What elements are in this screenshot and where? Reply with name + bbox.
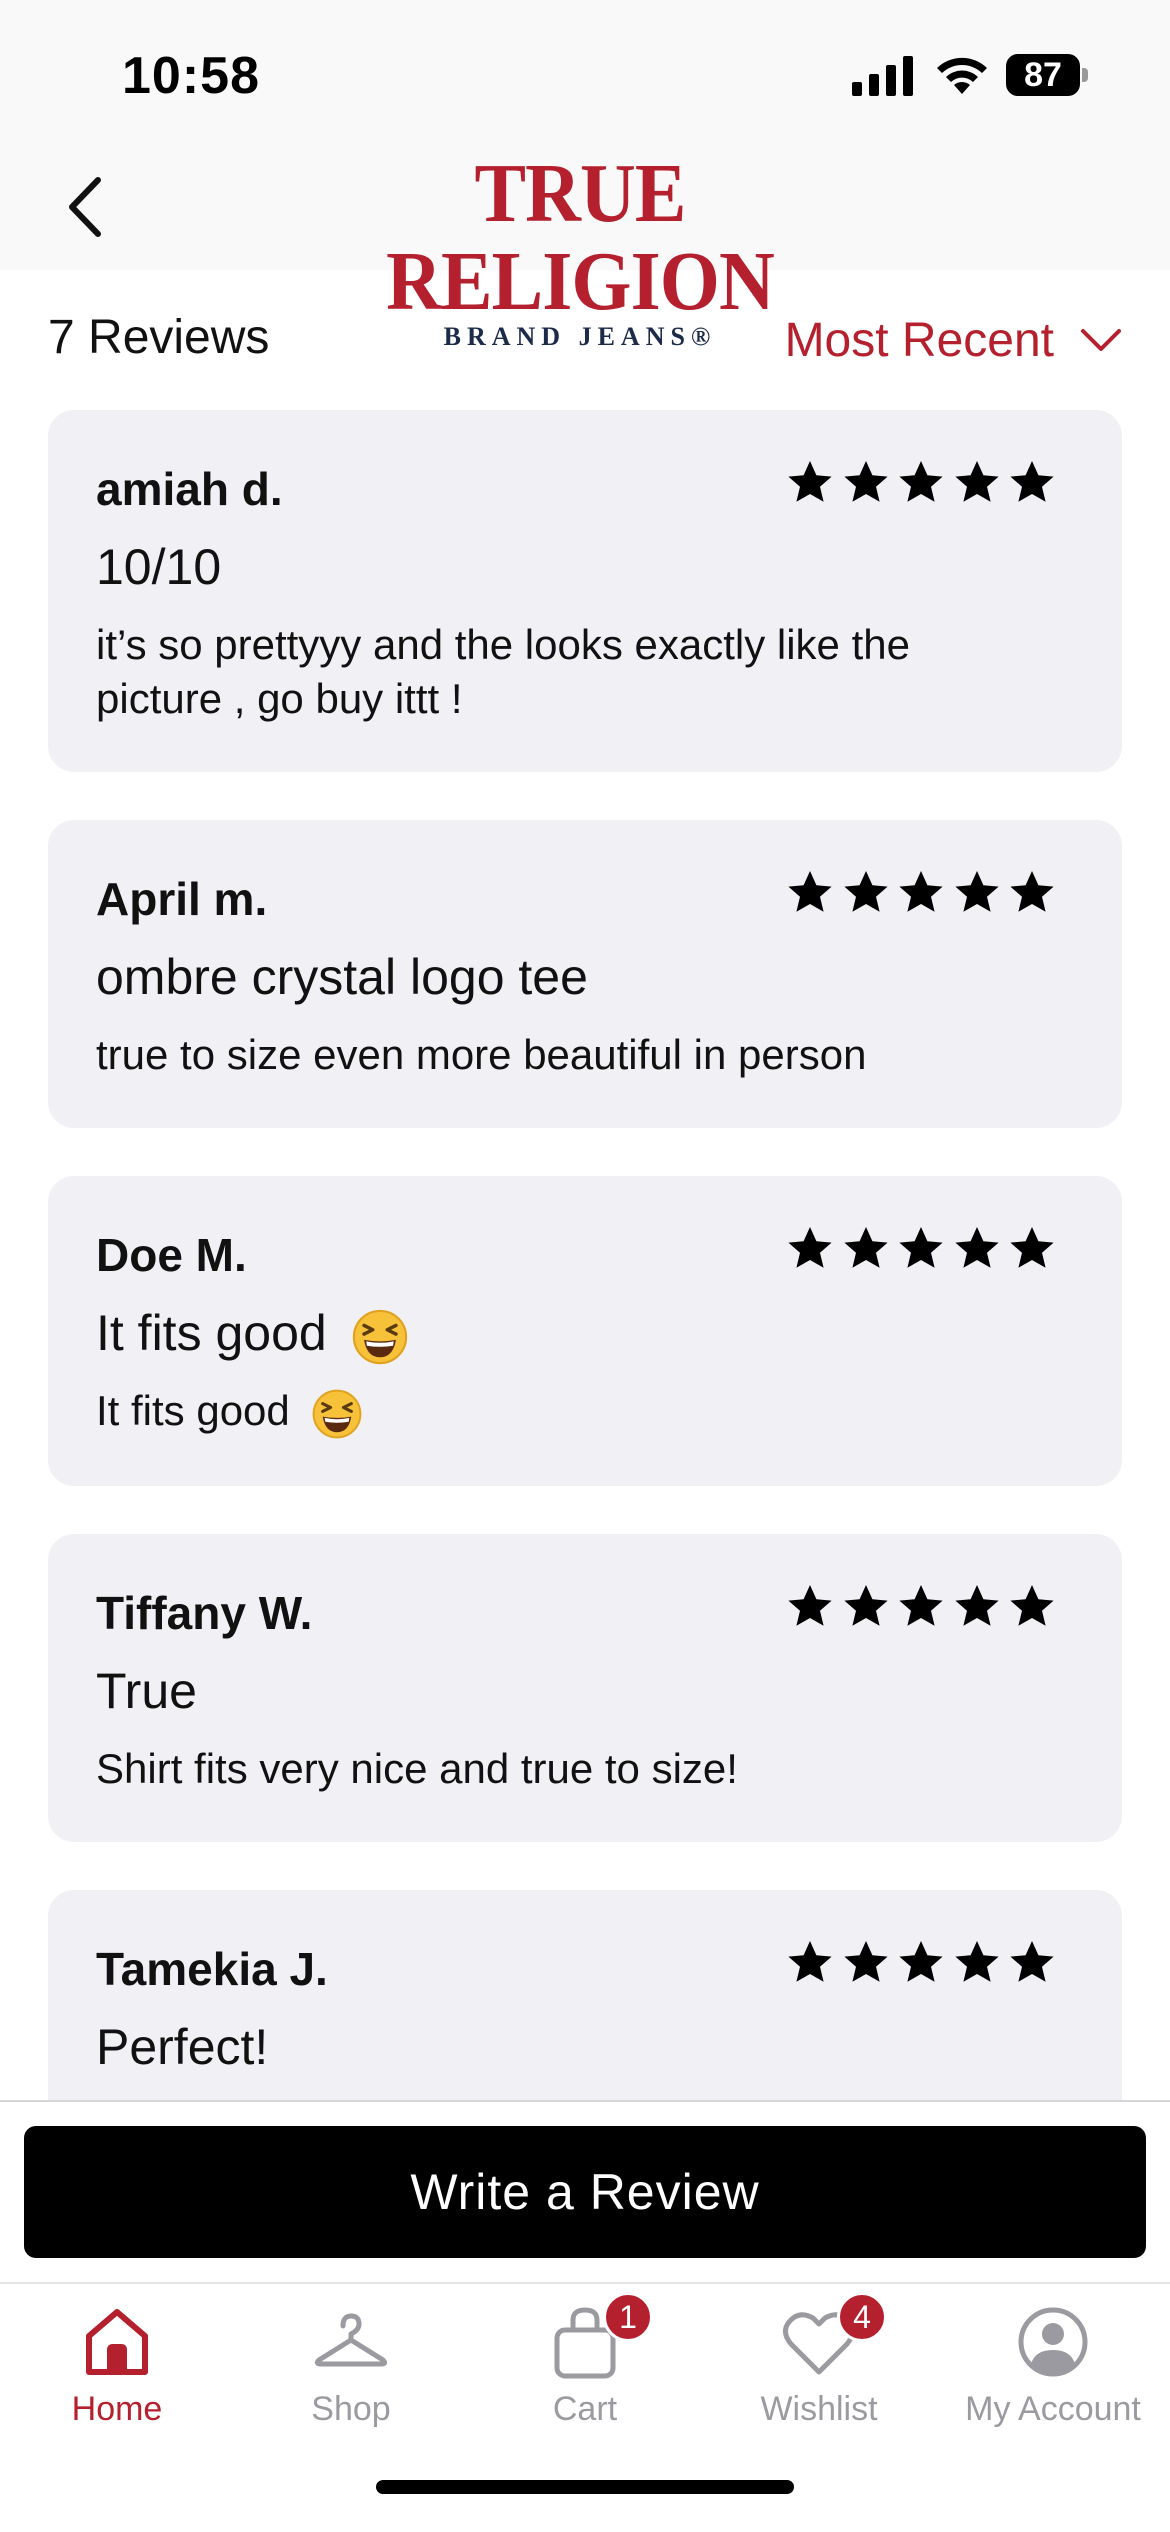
star-icon [899,461,943,502]
tab-account[interactable]: My Account [936,2284,1170,2464]
star-icon [788,461,832,502]
tab-wishlist[interactable]: 4 Wishlist [702,2284,936,2464]
reviewer-name: Tamekia J. [96,1943,328,1995]
star-icon [788,1585,832,1626]
battery-level: 87 [1024,56,1062,94]
star-icon [899,1941,943,1982]
star-icon [899,1227,943,1268]
review-body: It fits good [96,1384,1042,1440]
star-icon [899,871,943,912]
star-icon [843,871,888,912]
status-bar: 10:58 87 [0,0,1170,140]
brand-logo: TRUE RELIGION BRAND JEANS® [330,150,830,352]
review-body: Shirt fits very nice and true to size! [96,1745,738,1792]
star-rating [786,868,1056,918]
review-card: April m. ombre crystal logo tee true to … [48,820,1122,1128]
star-rating [786,1582,1056,1632]
review-title-text: It fits good [96,1305,327,1361]
star-icon [954,1227,999,1268]
star-icon [954,461,999,502]
star-icon [1010,1941,1054,1982]
home-indicator[interactable] [376,2480,794,2494]
review-title: Perfect! [96,2019,269,2075]
star-rating [786,1938,1056,1988]
tab-shop[interactable]: Shop [234,2284,468,2464]
star-icon [788,1227,832,1268]
star-icon [788,1941,832,1982]
status-time: 10:58 [122,47,260,105]
star-icon [843,1585,888,1626]
review-body-text: It fits good [96,1387,290,1434]
tab-home[interactable]: Home [0,2284,234,2464]
tab-cart[interactable]: 1 Cart [468,2284,702,2464]
tab-cart-label: Cart [552,2390,618,2428]
cellular-signal-icon [852,56,913,96]
review-card: Tiffany W. True Shirt fits very nice and… [48,1534,1122,1842]
sort-dropdown[interactable]: Most Recent [785,310,1122,370]
tab-wishlist-label: Wishlist [760,2390,878,2428]
star-rating [786,458,1056,508]
hanger-icon [314,2313,388,2367]
tab-home-label: Home [71,2390,163,2428]
home-icon [86,2309,148,2375]
star-icon [843,1227,888,1268]
review-title: 10/10 [96,539,222,595]
star-icon [954,1585,999,1626]
reviewer-name: amiah d. [96,463,283,515]
star-icon [899,1585,943,1626]
review-title: True [96,1663,197,1719]
sort-label: Most Recent [784,313,1054,367]
review-body: it’s so prettyyy and the looks exactly l… [96,621,910,722]
cart-badge: 1 [603,2292,653,2342]
battery-indicator: 87 [1006,54,1088,96]
reviewer-name: Tiffany W. [96,1587,313,1639]
back-chevron-icon[interactable] [62,172,112,242]
star-icon [1010,1227,1054,1268]
app-header: TRUE RELIGION BRAND JEANS® [0,140,1170,352]
review-body: true to size even more beautiful in pers… [96,1031,867,1078]
star-icon [788,871,832,912]
review-card: Doe M. It fits good It fits good [48,1176,1122,1486]
reviewer-name: Doe M. [96,1229,247,1281]
reviewer-name: April m. [96,873,268,925]
chevron-down-icon [1081,329,1121,351]
tab-bar: Home Shop 1 Cart 4 Wishlist My Account [0,2282,1170,2482]
star-icon [1010,461,1054,502]
review-title: ombre crystal logo tee [96,949,588,1005]
wishlist-badge: 4 [837,2292,887,2342]
star-icon [954,1941,999,1982]
grinning-squinting-face-icon [313,1389,362,1439]
tab-account-label: My Account [965,2390,1141,2428]
write-review-button[interactable]: Write a Review [24,2126,1146,2258]
star-rating [786,1224,1056,1274]
star-icon [1010,871,1054,912]
grinning-squinting-face-icon [352,1309,407,1364]
review-card: amiah d. 10/10 it’s so prettyyy and the … [48,410,1122,772]
review-count: 7 Reviews [48,311,270,364]
star-icon [843,1941,888,1982]
star-icon [1010,1585,1054,1626]
star-icon [954,871,999,912]
bottom-panel: Write a Review Home Shop 1 Cart 4 Wishli… [0,2100,1170,2532]
review-title: It fits good [96,1304,409,1366]
star-icon [843,461,888,502]
reviews-toolbar: 7 Reviews Most Recent [0,280,1170,400]
wifi-icon [937,57,987,94]
user-circle-icon [1018,2307,1088,2377]
tab-shop-label: Shop [311,2390,391,2428]
